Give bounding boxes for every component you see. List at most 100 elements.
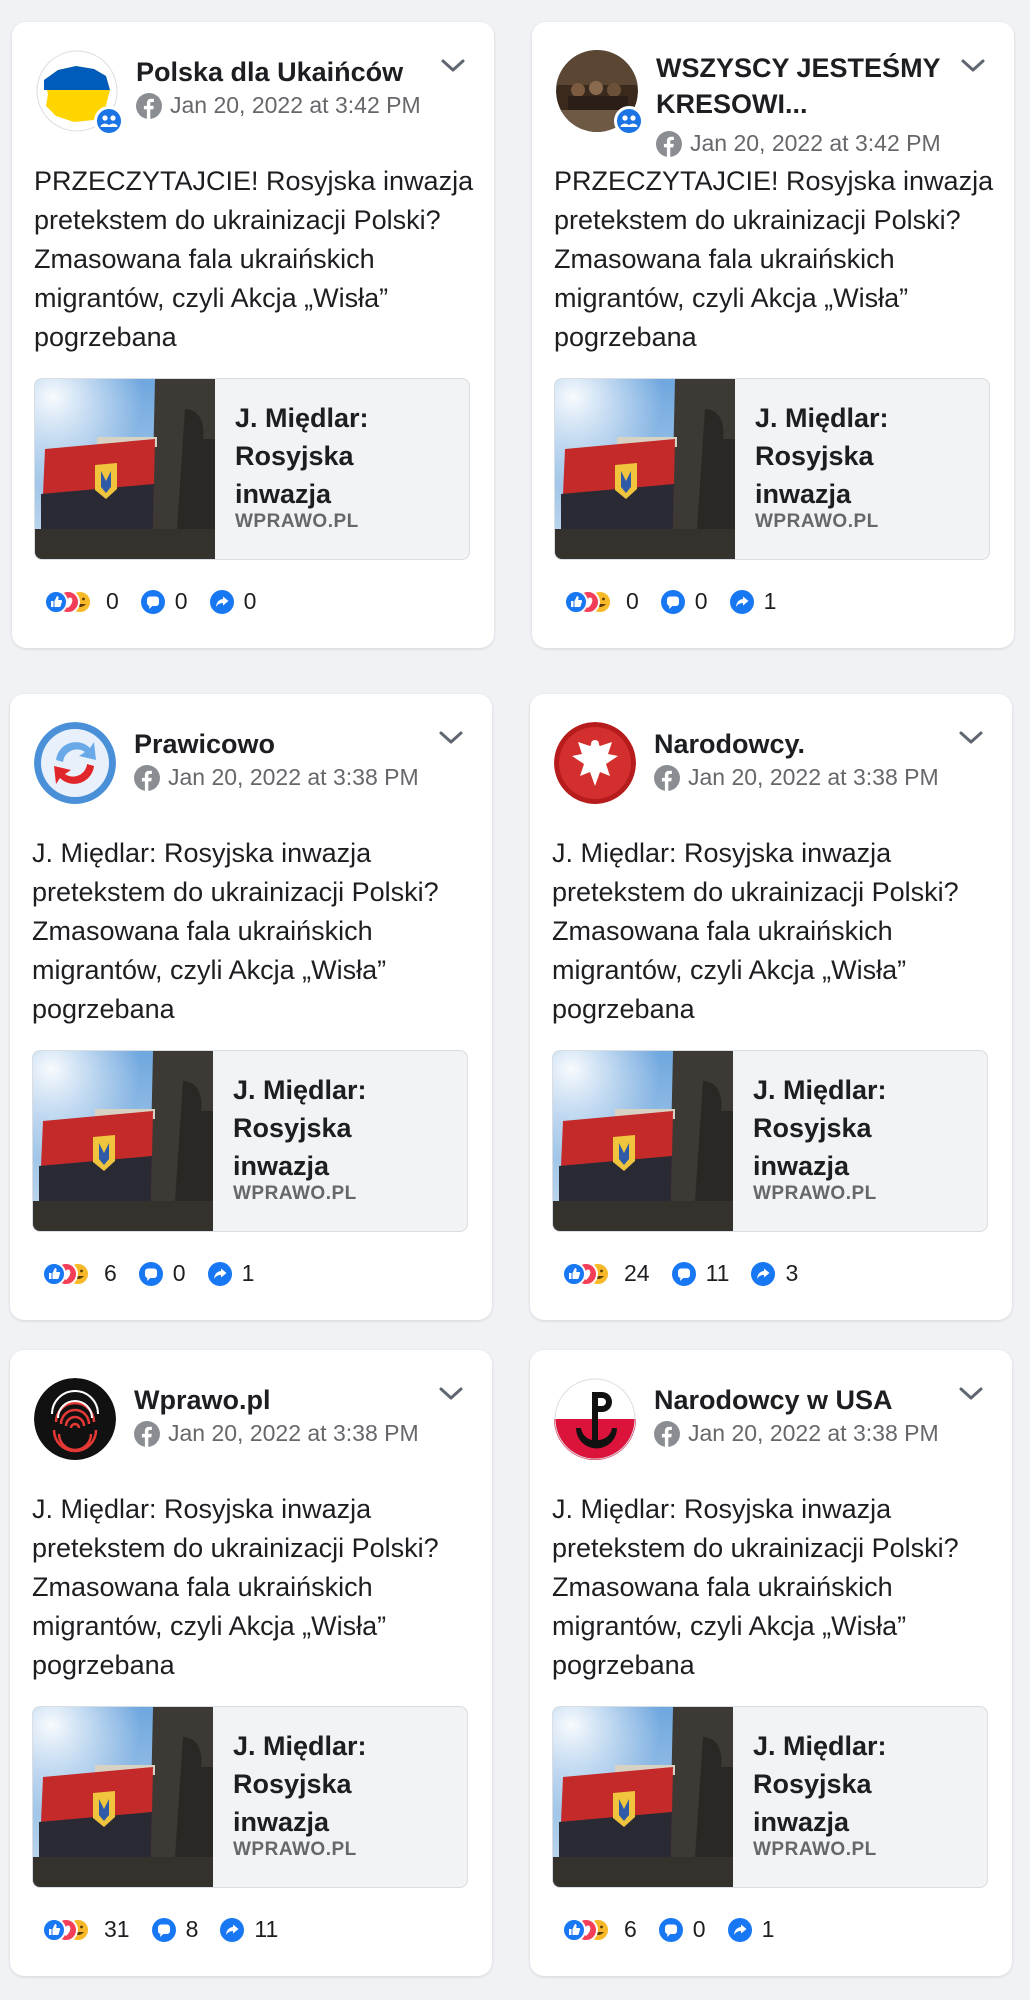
link-domain: WPRAWO.PL <box>233 1183 357 1204</box>
comments-stat[interactable]: 8 <box>151 1916 199 1943</box>
page-name[interactable]: Narodowcy. <box>654 726 954 762</box>
page-name[interactable]: Narodowcy w USA <box>654 1382 954 1418</box>
reactions-stat[interactable]: 6 <box>42 1260 117 1287</box>
page-avatar[interactable] <box>554 1378 636 1460</box>
page-avatar-wrap[interactable] <box>554 722 636 804</box>
link-preview[interactable]: J. Międlar: Rosyjska inwazja WPRAWO.PL <box>552 1050 988 1232</box>
page-avatar[interactable] <box>554 722 636 804</box>
shares-count: 3 <box>785 1260 799 1286</box>
share-icon <box>751 1261 776 1286</box>
link-title[interactable]: J. Międlar: Rosyjska inwazja <box>233 1727 453 1841</box>
link-title[interactable]: J. Międlar: Rosyjska inwazja <box>233 1071 453 1185</box>
post-text: PRZECZYTAJCIE! Rosyjska inwazja pretekst… <box>554 166 994 352</box>
chevron-down-icon[interactable] <box>440 56 466 76</box>
reactions-stat[interactable]: 31 <box>42 1916 130 1943</box>
group-badge-icon <box>94 106 124 136</box>
comments-count: 0 <box>692 1916 706 1942</box>
reactions-count: 31 <box>104 1916 130 1942</box>
link-title[interactable]: J. Międlar: Rosyjska inwazja <box>755 399 975 513</box>
engagement-stats: 6 0 1 <box>42 1260 276 1287</box>
reactions-stat[interactable]: 0 <box>564 588 639 615</box>
page-name[interactable]: Wprawo.pl <box>134 1382 434 1418</box>
chevron-down-icon[interactable] <box>438 1384 464 1404</box>
page-avatar-wrap[interactable] <box>34 1378 116 1460</box>
post-card: Narodowcy w USA Jan 20, 2022 at 3:38 PM … <box>530 1350 1012 1976</box>
link-domain: WPRAWO.PL <box>755 511 879 532</box>
comments-stat[interactable]: 0 <box>658 1916 706 1943</box>
page-avatar[interactable] <box>34 722 116 804</box>
shares-count: 11 <box>254 1916 279 1942</box>
reactions-count: 6 <box>624 1916 637 1942</box>
post-meta: Jan 20, 2022 at 3:38 PM <box>654 1420 939 1447</box>
chevron-down-icon[interactable] <box>960 56 986 76</box>
link-domain: WPRAWO.PL <box>235 511 359 532</box>
post-text: J. Międlar: Rosyjska inwazja pretekstem … <box>32 838 439 1024</box>
engagement-stats: 0 0 0 <box>44 588 278 615</box>
reactions-count: 0 <box>626 588 639 614</box>
page-avatar-wrap[interactable] <box>556 50 644 136</box>
post-timestamp[interactable]: Jan 20, 2022 at 3:38 PM <box>688 764 939 791</box>
reaction-icons <box>44 589 96 615</box>
share-icon <box>729 589 754 614</box>
comments-stat[interactable]: 0 <box>660 588 708 615</box>
reaction-icons <box>562 1917 614 1943</box>
chevron-down-icon[interactable] <box>958 728 984 748</box>
post-timestamp[interactable]: Jan 20, 2022 at 3:42 PM <box>170 92 421 119</box>
chevron-down-icon[interactable] <box>438 728 464 748</box>
page-name[interactable]: Prawicowo <box>134 726 434 762</box>
shares-count: 0 <box>243 588 257 614</box>
chevron-down-icon[interactable] <box>958 1384 984 1404</box>
link-title[interactable]: J. Międlar: Rosyjska inwazja <box>753 1071 973 1185</box>
shares-stat[interactable]: 1 <box>729 588 777 615</box>
post-meta: Jan 20, 2022 at 3:38 PM <box>654 764 939 791</box>
post-meta: Jan 20, 2022 at 3:38 PM <box>134 764 419 791</box>
post-card: Narodowcy. Jan 20, 2022 at 3:38 PM J. Mi… <box>530 694 1012 1320</box>
reactions-count: 6 <box>104 1260 117 1286</box>
page-avatar-wrap[interactable] <box>36 50 124 136</box>
post-timestamp[interactable]: Jan 20, 2022 at 3:38 PM <box>168 1420 419 1447</box>
post-timestamp[interactable]: Jan 20, 2022 at 3:38 PM <box>168 764 419 791</box>
post-timestamp[interactable]: Jan 20, 2022 at 3:42 PM <box>690 130 941 157</box>
link-title[interactable]: J. Międlar: Rosyjska inwazja <box>235 399 455 513</box>
comments-count: 11 <box>705 1260 730 1286</box>
engagement-stats: 0 0 1 <box>564 588 798 615</box>
engagement-stats: 31 8 11 <box>42 1916 300 1943</box>
page-avatar-wrap[interactable] <box>554 1378 636 1460</box>
link-preview[interactable]: J. Międlar: Rosyjska inwazja WPRAWO.PL <box>552 1706 988 1888</box>
post-meta: Jan 20, 2022 at 3:38 PM <box>134 1420 419 1447</box>
link-thumbnail-image <box>553 1051 733 1231</box>
comments-stat[interactable]: 11 <box>671 1260 730 1287</box>
comments-count: 0 <box>172 1260 186 1286</box>
link-preview[interactable]: J. Międlar: Rosyjska inwazja WPRAWO.PL <box>32 1050 468 1232</box>
comments-count: 8 <box>185 1916 199 1942</box>
page-avatar[interactable] <box>34 1378 116 1460</box>
link-title[interactable]: J. Międlar: Rosyjska inwazja <box>753 1727 973 1841</box>
shares-stat[interactable]: 1 <box>727 1916 774 1943</box>
share-icon <box>220 1917 245 1942</box>
shares-count: 1 <box>763 588 777 614</box>
shares-stat[interactable]: 0 <box>209 588 257 615</box>
shares-stat[interactable]: 3 <box>751 1260 798 1287</box>
page-name[interactable]: WSZYSCY JESTEŚMY KRESOWI... <box>656 50 956 122</box>
reactions-stat[interactable]: 6 <box>562 1916 637 1943</box>
page-name[interactable]: Polska dla Ukaińców <box>136 54 436 90</box>
comments-stat[interactable]: 0 <box>140 588 188 615</box>
link-domain: WPRAWO.PL <box>753 1839 877 1860</box>
page-avatar-wrap[interactable] <box>34 722 116 804</box>
post-card: Prawicowo Jan 20, 2022 at 3:38 PM J. Mię… <box>10 694 492 1320</box>
post-meta: Jan 20, 2022 at 3:42 PM <box>136 92 421 119</box>
shares-stat[interactable]: 1 <box>207 1260 254 1287</box>
reactions-stat[interactable]: 24 <box>562 1260 650 1287</box>
link-preview[interactable]: J. Międlar: Rosyjska inwazja WPRAWO.PL <box>34 378 470 560</box>
facebook-icon <box>654 764 680 791</box>
link-preview[interactable]: J. Międlar: Rosyjska inwazja WPRAWO.PL <box>32 1706 468 1888</box>
reaction-icons <box>564 589 616 615</box>
comments-count: 0 <box>174 588 188 614</box>
post-timestamp[interactable]: Jan 20, 2022 at 3:38 PM <box>688 1420 939 1447</box>
link-preview[interactable]: J. Międlar: Rosyjska inwazja WPRAWO.PL <box>554 378 990 560</box>
reactions-stat[interactable]: 0 <box>44 588 119 615</box>
comments-stat[interactable]: 0 <box>138 1260 186 1287</box>
comment-icon <box>671 1261 696 1286</box>
post-text: J. Międlar: Rosyjska inwazja pretekstem … <box>552 1494 959 1680</box>
shares-stat[interactable]: 11 <box>220 1916 278 1943</box>
